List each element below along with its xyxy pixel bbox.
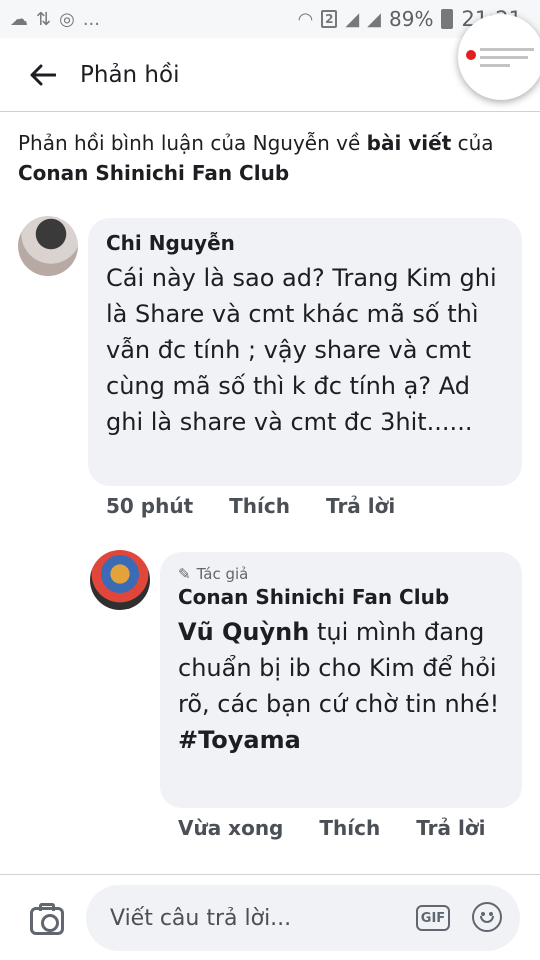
reply-text: Vũ Quỳnh tụi mình đang chuẩn bị ib cho K… [178, 614, 504, 758]
page-title: Phản hồi [80, 61, 180, 88]
like-button[interactable]: Thích [229, 494, 290, 518]
emoji-icon[interactable] [472, 902, 502, 932]
comment-time: 50 phút [106, 494, 194, 518]
gif-button[interactable]: GIF [416, 905, 450, 931]
signal-icon: ◢ [367, 8, 382, 30]
post-link[interactable]: bài viết [367, 131, 452, 155]
reply-author[interactable]: Conan Shinichi Fan Club [178, 584, 504, 610]
battery-percent: 89% [389, 7, 434, 31]
hashtag-link[interactable]: #Toyama [178, 726, 301, 754]
context-middle: của [451, 131, 494, 155]
avatar[interactable] [18, 216, 78, 276]
comment-text: Cái này là sao ad? Trang Kim ghi là Shar… [106, 264, 497, 436]
reply-input-container: GIF [86, 885, 520, 951]
more-notifications: ... [82, 8, 100, 30]
reply-button[interactable]: Trả lời [416, 816, 485, 840]
context-prefix: Phản hồi bình luận của Nguyễn về [18, 131, 367, 155]
reply-time: Vừa xong [178, 816, 284, 840]
reply-button[interactable]: Trả lời [326, 494, 395, 518]
chat-head-preview-line [480, 48, 534, 51]
cloud-icon: ☁ [10, 8, 28, 30]
reply-input[interactable] [108, 899, 402, 937]
mention-link[interactable]: Vũ Quỳnh [178, 618, 309, 646]
back-arrow-icon[interactable] [20, 52, 66, 98]
chat-head-bubble[interactable] [458, 14, 540, 100]
data-transfer-icon: ⇅ [36, 8, 52, 30]
signal-icon: ◢ [345, 8, 360, 30]
chat-head-avatar-dot [466, 50, 476, 60]
comment-author[interactable]: Chi Nguyễn [106, 230, 504, 256]
comment-actions: 50 phút Thích Trả lời [106, 494, 395, 518]
author-badge: ✎ Tác giả [178, 564, 504, 584]
battery-icon [441, 9, 454, 29]
sim-2-icon: 2 [321, 10, 338, 28]
pencil-icon: ✎ [178, 565, 191, 583]
author-badge-label: Tác giả [196, 565, 249, 583]
avatar[interactable] [90, 550, 150, 610]
like-button[interactable]: Thích [319, 816, 380, 840]
chat-head-preview-line [480, 56, 528, 59]
reply-bubble: ✎ Tác giả Conan Shinichi Fan Club Vũ Quỳ… [160, 552, 522, 808]
camera-icon[interactable] [30, 903, 64, 935]
comment-bubble: Chi Nguyễn Cái này là sao ad? Trang Kim … [88, 218, 522, 486]
status-bar: ☁ ⇅ ◎ ... ◠ 2 ◢ ◢ 89% 21:21 [0, 0, 540, 38]
reply-context: Phản hồi bình luận của Nguyễn về bài viế… [18, 128, 518, 188]
reply-composer: GIF [0, 874, 540, 960]
page-name-link[interactable]: Conan Shinichi Fan Club [18, 161, 289, 185]
wifi-icon: ◠ [297, 8, 314, 30]
back-arrow-svg [30, 64, 56, 85]
reply-actions: Vừa xong Thích Trả lời [178, 816, 485, 840]
media-icon: ◎ [59, 8, 75, 30]
status-bar-left: ☁ ⇅ ◎ ... [10, 9, 100, 30]
chat-head-preview-line [480, 64, 510, 67]
